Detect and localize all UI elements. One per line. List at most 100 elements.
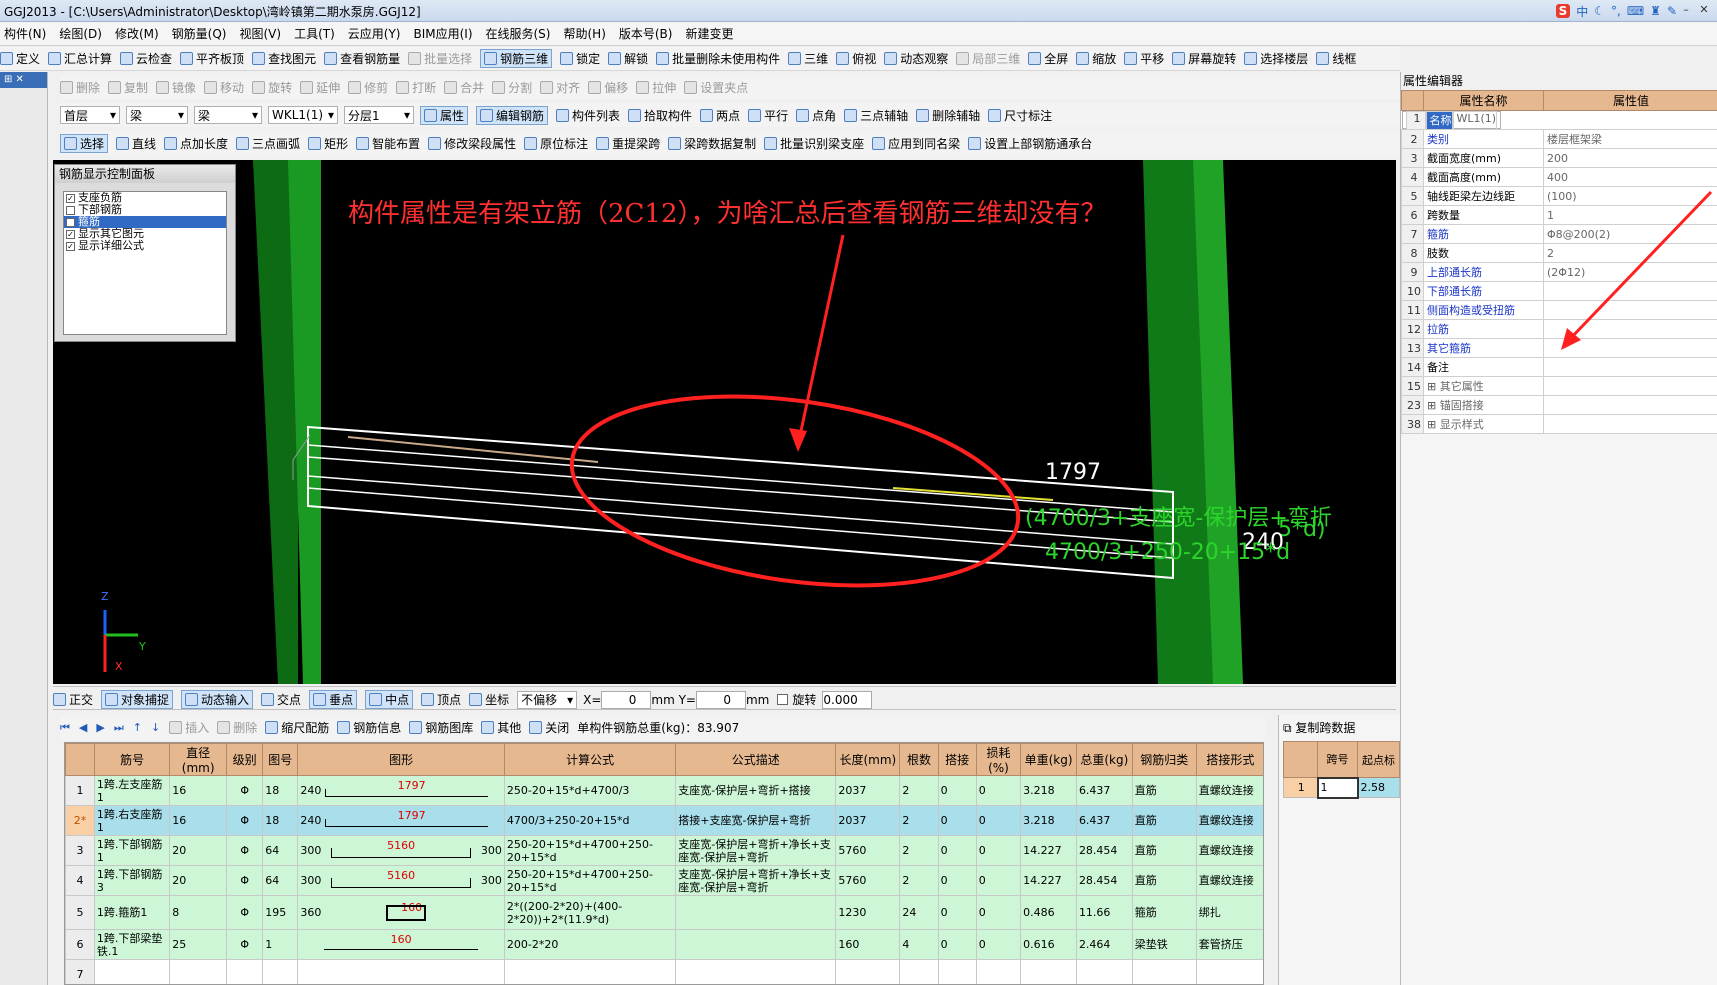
rebar-display-panel[interactable]: 钢筋显示控制面板 ✓ 支座负筋 下部钢筋 箍筋 ✓ 显示其它图元 ✓ 显示详细公式 (54, 164, 236, 342)
x-input[interactable]: 0 (601, 690, 652, 709)
toolbar2-button-6[interactable]: 修剪 (348, 79, 388, 96)
snap-button-3[interactable]: 交点 (261, 691, 301, 708)
member-select[interactable]: WKL1(1) ▾ (268, 106, 338, 124)
toolbar4-button-10[interactable]: 批量识别梁支座 (764, 135, 864, 152)
panel-item-4[interactable]: ✓ 显示详细公式 (64, 240, 226, 252)
table_toolbar-items-button-2[interactable]: 缩尺配筋 (265, 719, 329, 736)
panel-checkbox-3[interactable]: ✓ (66, 229, 75, 239)
prop-value[interactable]: 200 (1543, 148, 1717, 168)
toolbar2-button-2[interactable]: 镜像 (156, 79, 196, 96)
toolbar3-items-button-1[interactable]: 编辑钢筋 (476, 105, 549, 125)
toolbar1-button-19[interactable]: 选择楼层 (1244, 50, 1308, 67)
toolbar3-items-button-9[interactable]: 尺寸标注 (988, 107, 1052, 124)
toolbar2-button-10[interactable]: 对齐 (540, 79, 580, 96)
toolbar4-button-8[interactable]: 重提梁跨 (596, 135, 660, 152)
table_toolbar-items-button-0[interactable]: 插入 (169, 719, 209, 736)
toolbar1-button-13[interactable]: 动态观察 (884, 50, 948, 67)
toolbar1-button-18[interactable]: 屏幕旋转 (1172, 50, 1236, 67)
keyboard-icon[interactable]: ⌨ (1627, 4, 1644, 18)
menu-item-5[interactable]: 工具(T) (294, 25, 335, 42)
close-button[interactable]: ✕ (1695, 3, 1713, 17)
toolbar2-button-8[interactable]: 合并 (444, 79, 484, 96)
snap-button-7[interactable]: 坐标 (469, 691, 509, 708)
table_toolbar-items-button-4[interactable]: 钢筋图库 (409, 719, 473, 736)
shirt-icon[interactable]: ♜ (1650, 4, 1661, 18)
prop-value[interactable] (1543, 376, 1717, 396)
toolbar3-items-button-0[interactable]: 属性 (420, 105, 469, 125)
menu-item-1[interactable]: 绘图(D) (59, 25, 102, 42)
toolbar1-button-12[interactable]: 俯视 (836, 50, 876, 67)
prop-row-14[interactable]: 15 ⊞ 其它属性 (1401, 376, 1717, 396)
menu-item-7[interactable]: BIM应用(I) (413, 25, 472, 42)
prop-row-2[interactable]: 3 截面宽度(mm) 200 (1401, 148, 1717, 168)
prop-value[interactable]: 楼层框架梁 (1543, 129, 1717, 149)
toolbar1-button-17[interactable]: 平移 (1124, 50, 1164, 67)
table-row[interactable]: 6 1跨.下部梁垫铁.1 25 Φ 1 160 200-2*20 160 4 0 0 0.616 2.4… (65, 929, 1263, 960)
toolbar2-button-4[interactable]: 旋转 (252, 79, 292, 96)
prop-row-16[interactable]: 38 ⊞ 显示样式 (1401, 414, 1717, 434)
toolbar2-button-7[interactable]: 打断 (396, 79, 436, 96)
toolbar3-items-button-3[interactable]: 拾取构件 (628, 107, 692, 124)
prop-row-1[interactable]: 2 类别 楼层框架梁 (1401, 129, 1717, 149)
toolbar4-button-11[interactable]: 应用到同名梁 (872, 135, 960, 152)
prop-row-0[interactable]: 1 名称 WL1(1) (1401, 110, 1502, 130)
nav-icon-1[interactable]: ◀ (79, 721, 87, 734)
type1-select[interactable]: 梁 ▾ (126, 106, 188, 124)
menu-item-2[interactable]: 修改(M) (115, 25, 159, 42)
toolbar1-button-7[interactable]: 钢筋三维 (480, 49, 553, 68)
toolbar3-items-button-4[interactable]: 两点 (700, 107, 740, 124)
snap-button-1[interactable]: 对象捕捉 (101, 690, 174, 709)
scene-svg[interactable] (53, 160, 1396, 684)
punct-icon[interactable]: °, (1611, 4, 1621, 18)
toolbar1-button-8[interactable]: 锁定 (560, 50, 600, 67)
toolbar3-items-button-7[interactable]: 三点辅轴 (844, 107, 908, 124)
dock-header[interactable]: ⊞ ✕ (0, 72, 47, 88)
span-start-cell[interactable]: 2.58 (1357, 777, 1400, 798)
table-row[interactable]: 2* 1跨.右支座筋1 16 Φ 18 240 1797 4700/3+250-20+15*d… (65, 805, 1263, 836)
toolbar2-button-11[interactable]: 偏移 (588, 79, 628, 96)
layer-select[interactable]: 分层1 ▾ (344, 106, 414, 124)
toolbar4-button-2[interactable]: 点加长度 (164, 135, 228, 152)
minimize-button[interactable]: – (1677, 3, 1695, 17)
table_toolbar-items-button-1[interactable]: 删除 (217, 719, 257, 736)
toolbar1-button-1[interactable]: 汇总计算 (48, 50, 112, 67)
panel-checkbox-0[interactable]: ✓ (66, 193, 75, 203)
table_toolbar-items-button-5[interactable]: 其他 (481, 719, 521, 736)
toolbar1-button-3[interactable]: 平齐板顶 (180, 50, 244, 67)
toolbar2-button-12[interactable]: 拉伸 (636, 79, 676, 96)
table-row[interactable]: 7 (65, 959, 1263, 984)
menu-item-8[interactable]: 在线服务(S) (486, 25, 551, 42)
toolbar1-button-11[interactable]: 三维 (788, 50, 828, 67)
toolbar4-button-1[interactable]: 直线 (116, 135, 156, 152)
snap-button-2[interactable]: 动态输入 (181, 690, 254, 709)
table-row[interactable]: 3 1跨.下部钢筋1 20 Φ 64 300 5160 300 250-20+15*d+4700… (65, 835, 1263, 866)
toolbar1-button-2[interactable]: 云检查 (120, 50, 172, 67)
menu-item-6[interactable]: 云应用(Y) (348, 25, 401, 42)
panel-checkbox-2[interactable] (66, 217, 75, 227)
panel-checkbox-1[interactable] (66, 205, 75, 215)
prop-row-15[interactable]: 23 ⊞ 锚固搭接 (1401, 395, 1717, 415)
toolbar1-button-16[interactable]: 缩放 (1076, 50, 1116, 67)
toolbar1-button-5[interactable]: 查看钢筋量 (324, 50, 400, 67)
toolbar2-button-1[interactable]: 复制 (108, 79, 148, 96)
rotate-checkbox[interactable] (777, 694, 789, 705)
toolbar1-button-14[interactable]: 局部三维 (956, 50, 1020, 67)
table-row[interactable]: 5 1跨.箍筋1 8 Φ 195 360 160 2*((200-2*20)+(400-2*2… (65, 895, 1263, 930)
toolbar4-button-3[interactable]: 三点画弧 (236, 135, 300, 152)
table-row[interactable]: 4 1跨.下部钢筋3 20 Φ 64 300 5160 300 250-20+15*d+4700… (65, 865, 1263, 896)
toolbar3-items-button-8[interactable]: 删除辅轴 (916, 107, 980, 124)
prop-value[interactable]: WL1(1) (1452, 110, 1498, 130)
prop-value[interactable] (1543, 414, 1717, 434)
toolbar2-button-0[interactable]: 删除 (60, 79, 100, 96)
floor-select[interactable]: 首层 ▾ (60, 106, 120, 124)
toolbar3-items-button-5[interactable]: 平行 (748, 107, 788, 124)
type2-select[interactable]: 梁 ▾ (194, 106, 262, 124)
toolbar4-button-0[interactable]: 选择 (60, 133, 109, 153)
toolbar1-button-20[interactable]: 线框 (1316, 50, 1356, 67)
snap-button-6[interactable]: 顶点 (421, 691, 461, 708)
toolbar2-button-9[interactable]: 分割 (492, 79, 532, 96)
nav-icon-5[interactable]: ↓ (151, 721, 160, 734)
ime-lang[interactable]: 中 (1576, 3, 1588, 20)
y-input[interactable]: 0 (695, 690, 746, 709)
menu-item-9[interactable]: 帮助(H) (563, 25, 605, 42)
